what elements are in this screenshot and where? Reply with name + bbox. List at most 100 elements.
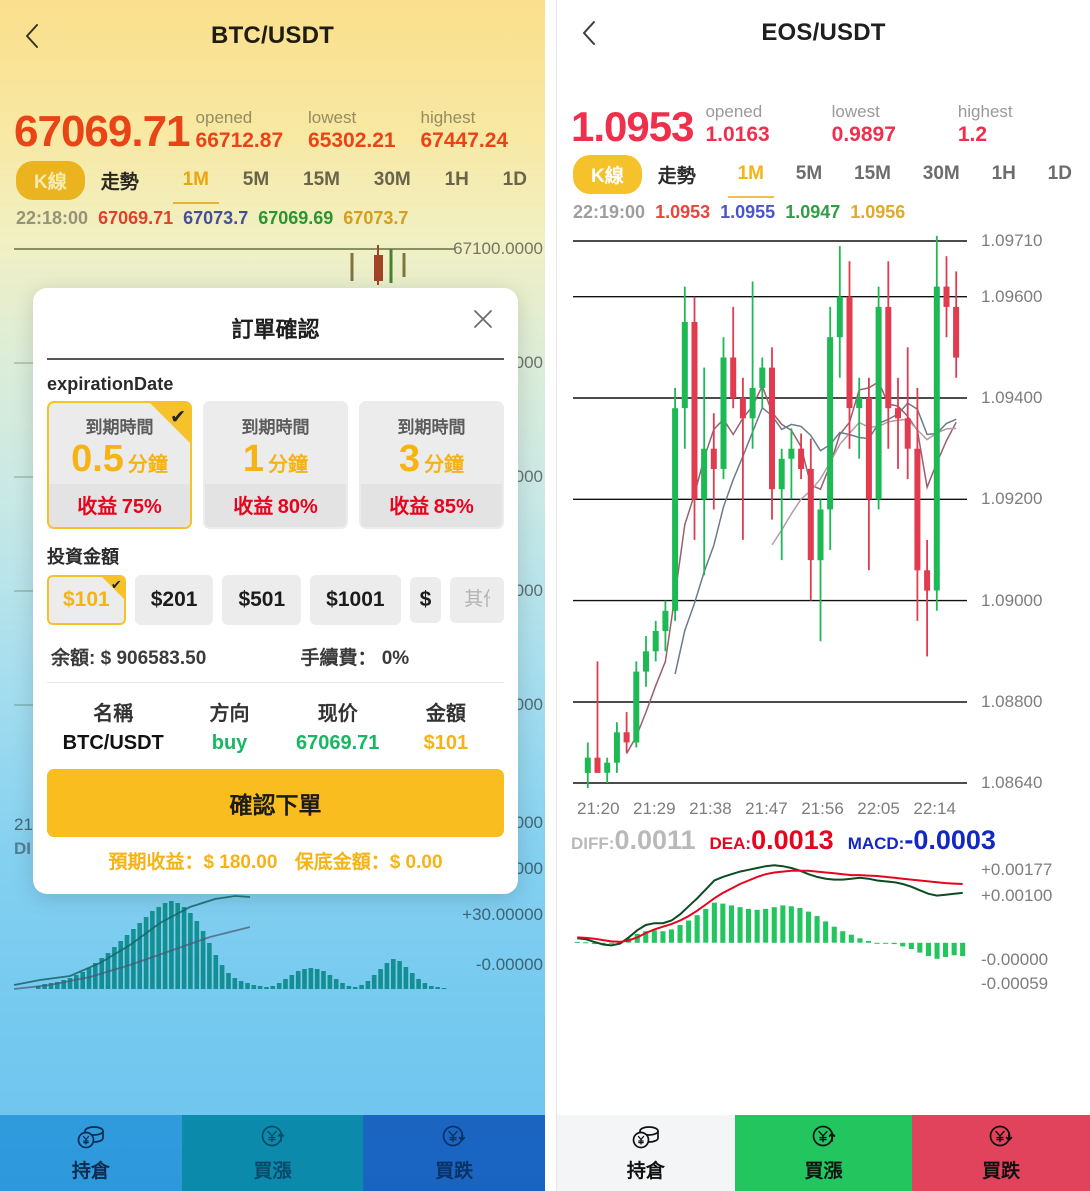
left-nav-holdings[interactable]: 持倉 — [0, 1115, 182, 1191]
modal-divider — [47, 358, 504, 360]
expiration-option-0-yield-value: 75% — [121, 496, 162, 518]
left-nav-buy-up[interactable]: 買漲 — [181, 1115, 364, 1191]
left-stat-lowest-label: lowest — [308, 107, 357, 127]
right-ohlc-close: 1.0956 — [850, 202, 906, 222]
back-button-left[interactable] — [18, 22, 46, 50]
right-nav-buy-down-label: 買跌 — [982, 1161, 1021, 1182]
right-tabs: K線 走勢 1M 5M 15M 30M 1H 1D — [557, 148, 1090, 200]
right-ylabel-1: 1.09600 — [981, 286, 1043, 306]
right-candlestick-chart[interactable]: 1.09710 1.09600 1.09400 1.09200 1.09000 1.088… — [557, 227, 1090, 797]
guaranteed-amount-text: 保底金額：$ 0.00 — [294, 852, 443, 873]
expected-profit-text: 預期收益：$ 180.00 — [108, 852, 278, 873]
balance-text: 余額: $ 906583.50 — [51, 648, 207, 669]
confirm-order-button[interactable]: 確認下單 — [47, 769, 504, 837]
yen-up-icon — [812, 1125, 835, 1147]
tab-interval-5m-left[interactable]: 5M — [241, 165, 271, 195]
order-confirm-modal: 訂單確認 expirationDate ✔ 到期時間 0.5 分鐘 收益 75%… — [33, 288, 518, 894]
right-xlabel-6: 22:14 — [913, 799, 956, 818]
right-macd-ylabel-1: +0.00100 — [981, 886, 1053, 905]
left-macd-ylabel-0: +30.00000 — [462, 905, 543, 924]
expiration-option-2-duration: 3 分鐘 — [369, 440, 494, 478]
expiration-option-1-yield: 收益 80% — [205, 484, 346, 527]
tab-trend-right[interactable]: 走勢 — [656, 157, 698, 192]
tab-kline-left[interactable]: K線 — [16, 160, 85, 200]
expiration-option-1-top: 到期時間 1 分鐘 — [205, 403, 346, 484]
expiration-option-1-caption: 到期時間 — [241, 418, 310, 437]
left-stat-opened: opened 66712.87 — [194, 107, 306, 155]
tab-interval-1m-right[interactable]: 1M — [736, 159, 766, 189]
macd-diff: DIFF: 0.0011 — [571, 825, 696, 856]
modal-title: 訂單確認 — [231, 317, 320, 342]
right-macd-ylabel-0: +0.00177 — [981, 860, 1053, 879]
right-stat-opened: opened 1.0163 — [697, 101, 823, 149]
right-nav-buy-down[interactable]: 買跌 — [912, 1115, 1090, 1191]
tab-interval-1d-left[interactable]: 1D — [501, 165, 529, 195]
right-ylabel-5: 1.08800 — [981, 692, 1043, 711]
custom-amount-input[interactable] — [450, 577, 504, 623]
left-ylabel-0: 67100.0000 — [453, 239, 543, 258]
tab-interval-30m-left[interactable]: 30M — [372, 165, 413, 195]
left-bottom-nav: 持倉 買漲 買跌 — [0, 1115, 545, 1191]
balance-fee-row: 余額: $ 906583.50 手續費： 0% — [47, 641, 504, 683]
expiration-option-0-unit: 分鐘 — [127, 454, 168, 476]
right-panel: EOS/USDT 1.0953 opened 1.0163 lowest 0.9… — [556, 0, 1090, 1191]
right-quote-stats: opened 1.0163 lowest 0.9897 highest 1.2 — [697, 101, 1076, 149]
tab-interval-5m-right[interactable]: 5M — [794, 159, 824, 189]
right-ohlc-low: 1.0947 — [785, 202, 841, 222]
tab-kline-right[interactable]: K線 — [573, 154, 642, 194]
expiration-option-2-unit: 分鐘 — [424, 454, 465, 476]
left-quote-stats: opened 66712.87 lowest 65302.21 highest … — [194, 107, 531, 155]
tab-trend-left[interactable]: 走勢 — [99, 163, 141, 198]
tab-interval-30m-right[interactable]: 30M — [921, 159, 962, 189]
modal-close-button[interactable] — [468, 304, 498, 334]
right-stat-opened-label: opened — [705, 101, 763, 121]
expiration-option-1-duration: 1 分鐘 — [213, 440, 338, 478]
expiration-option-1[interactable]: 到期時間 1 分鐘 收益 80% — [203, 401, 348, 529]
expiration-option-2-yield-value: 85% — [433, 496, 474, 518]
right-ylabel-6: 1.08640 — [981, 773, 1043, 792]
amount-option-201[interactable]: $201 — [134, 575, 214, 625]
right-macd-ylabel-3: -0.00059 — [981, 974, 1049, 993]
expiration-option-0[interactable]: ✔ 到期時間 0.5 分鐘 收益 75% — [47, 401, 192, 529]
right-nav-holdings[interactable]: 持倉 — [557, 1115, 735, 1191]
close-icon — [474, 310, 492, 328]
amount-option-501[interactable]: $501 — [222, 575, 302, 625]
right-macd-chart[interactable]: +0.00177 +0.00100 -0.00000 -0.00059 — [557, 856, 1090, 1001]
cell-direction: buy — [211, 732, 248, 754]
right-ohlc-open: 1.0953 — [655, 202, 711, 222]
chevron-left-icon — [26, 24, 38, 48]
expiration-option-0-num: 0.5 — [71, 438, 124, 480]
tab-interval-1h-left[interactable]: 1H — [443, 165, 471, 195]
expiration-option-2[interactable]: 到期時間 3 分鐘 收益 85% — [359, 401, 504, 529]
tab-interval-1h-right[interactable]: 1H — [990, 159, 1018, 189]
right-ohlc-time: 22:19:00 — [573, 202, 646, 222]
left-header: BTC/USDT — [0, 0, 545, 72]
tab-interval-1m-left[interactable]: 1M — [181, 165, 211, 195]
macd-macd: MACD: -0.0003 — [848, 825, 996, 856]
fee-text: 手續費： 0% — [300, 648, 410, 669]
macd-macd-value: -0.0003 — [904, 825, 996, 855]
modal-body: expirationDate ✔ 到期時間 0.5 分鐘 收益 75% 到期時間… — [33, 374, 518, 876]
expiration-option-2-yield-label: 收益 — [389, 496, 430, 518]
left-page-title: BTC/USDT — [211, 22, 334, 49]
tab-interval-15m-right[interactable]: 15M — [852, 159, 893, 189]
panel-gap — [545, 0, 556, 1191]
right-bottom-nav: 持倉 買漲 買跌 — [557, 1115, 1090, 1191]
app-root: BTC/USDT 67069.71 opened 66712.87 lowest… — [0, 0, 1090, 1191]
amount-option-1001[interactable]: $1001 — [310, 575, 401, 625]
right-xlabel-2: 21:38 — [689, 799, 732, 818]
expiration-section-label: expirationDate — [47, 374, 174, 394]
col-header-direction: 方向 — [209, 703, 250, 725]
tab-interval-15m-left[interactable]: 15M — [301, 165, 342, 195]
back-button-right[interactable] — [575, 19, 603, 47]
right-xlabel-1: 21:29 — [633, 799, 676, 818]
amount-option-101[interactable]: $101 ✔ — [47, 575, 126, 625]
table-row: BTC/USDT buy 67069.71 $101 — [51, 730, 500, 769]
yen-up-icon — [261, 1125, 284, 1147]
right-nav-buy-up[interactable]: 買漲 — [734, 1115, 913, 1191]
right-ohlc-high: 1.0955 — [720, 202, 776, 222]
left-nav-buy-down[interactable]: 買跌 — [363, 1115, 545, 1191]
tab-interval-1d-right[interactable]: 1D — [1046, 159, 1074, 189]
expiration-option-1-unit: 分鐘 — [268, 454, 309, 476]
left-xlabel-0: 21 — [14, 815, 33, 834]
